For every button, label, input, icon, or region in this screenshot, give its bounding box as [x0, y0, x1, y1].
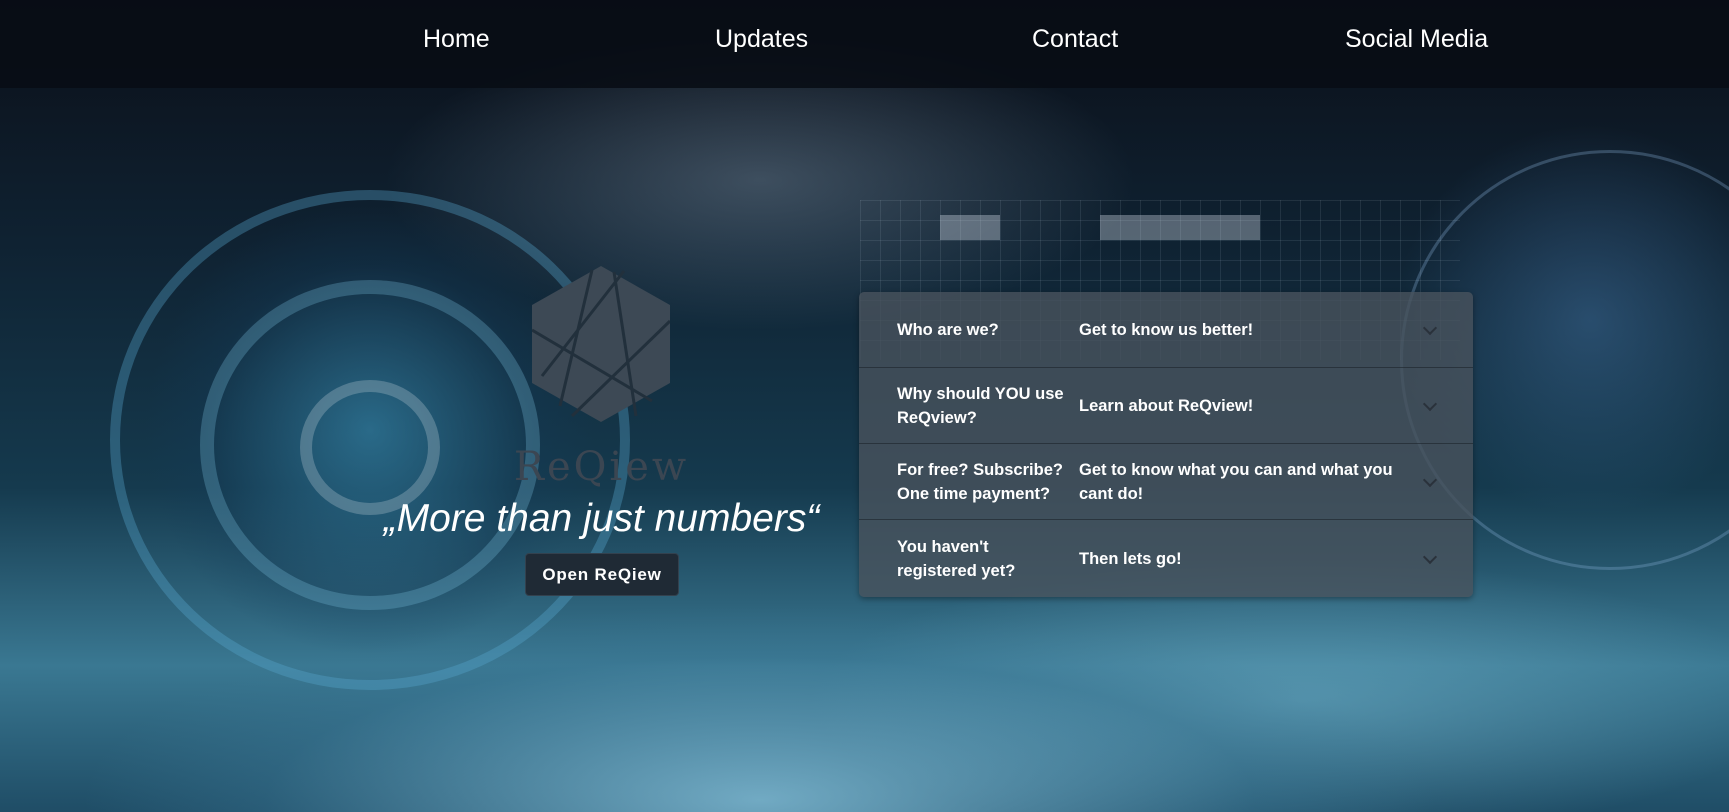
faq-accordion: Who are we? Get to know us better! Why s…: [859, 292, 1473, 597]
tagline: „More than just numbers“: [383, 497, 820, 540]
chevron-down-icon[interactable]: [1422, 472, 1438, 487]
page-background: Home Updates Contact Social Media ReQiew…: [0, 0, 1729, 812]
faq-item-pricing[interactable]: For free? Subscribe? One time payment? G…: [859, 444, 1473, 520]
faq-answer-preview: Get to know us better!: [1079, 320, 1254, 339]
nav-contact-link[interactable]: Contact: [1032, 22, 1118, 56]
faq-question: Who are we?: [897, 320, 999, 339]
nav-social-media-link[interactable]: Social Media: [1345, 22, 1488, 56]
chevron-down-icon[interactable]: [1422, 549, 1438, 564]
faq-item-why-use[interactable]: Why should YOU use ReQview? Learn about …: [859, 368, 1473, 444]
hexagon-logo-icon: [532, 266, 670, 422]
faq-question: You haven't registered yet?: [897, 537, 1016, 580]
chevron-down-icon[interactable]: [1422, 396, 1438, 411]
top-navbar: Home Updates Contact Social Media: [0, 0, 1729, 88]
faq-answer-preview: Get to know what you can and what you ca…: [1079, 460, 1393, 503]
background-bar-decoration: [940, 215, 1000, 240]
faq-answer-preview: Then lets go!: [1079, 549, 1182, 568]
background-bar-decoration: [1100, 215, 1260, 240]
nav-updates-link[interactable]: Updates: [715, 22, 808, 56]
faq-answer-preview: Learn about ReQview!: [1079, 396, 1254, 415]
faq-item-register[interactable]: You haven't registered yet? Then lets go…: [859, 520, 1473, 597]
faq-item-who-are-we[interactable]: Who are we? Get to know us better!: [859, 292, 1473, 368]
nav-home-link[interactable]: Home: [423, 22, 490, 56]
faq-question: For free? Subscribe? One time payment?: [897, 460, 1063, 503]
chevron-down-icon[interactable]: [1422, 320, 1438, 335]
faq-question: Why should YOU use ReQview?: [897, 384, 1064, 427]
open-reqiew-button[interactable]: Open ReQiew: [525, 553, 679, 596]
